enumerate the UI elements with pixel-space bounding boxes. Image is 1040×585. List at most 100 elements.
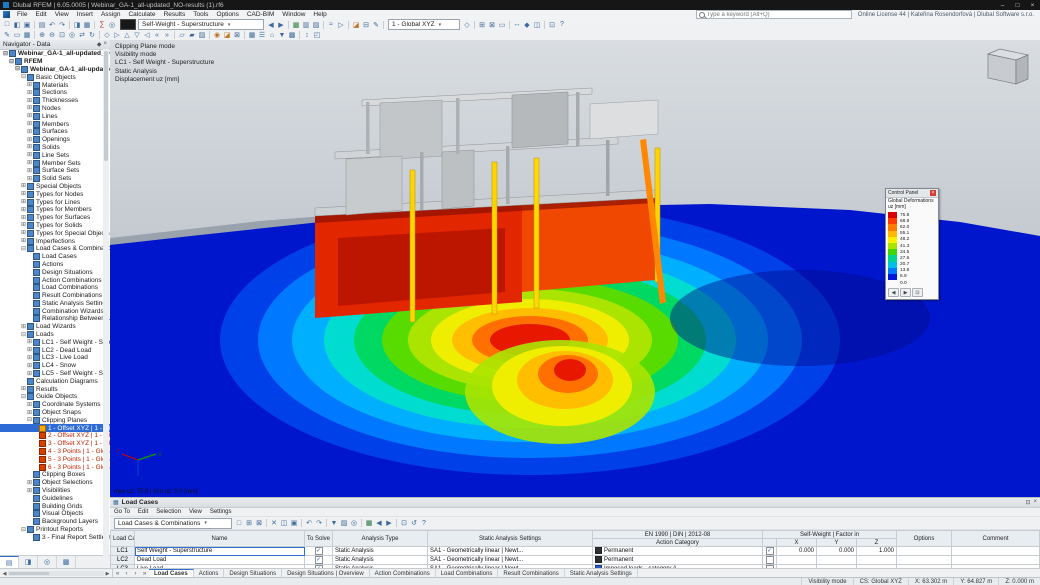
dimensions-icon[interactable]: ↔: [512, 20, 522, 29]
tree-item[interactable]: 5 - 3 Points | 1 - Global XYZ | 0...: [0, 455, 110, 463]
tree-item[interactable]: ⊟Printout Reports: [0, 526, 110, 534]
legend-settings-icon[interactable]: ⊡: [912, 288, 923, 297]
tree-item[interactable]: ⊞Object Snaps: [0, 409, 110, 417]
tree-item[interactable]: Visual Objects: [0, 510, 110, 518]
clipping-planes-icon[interactable]: ◪: [222, 31, 232, 40]
tree-item[interactable]: ⊟RFEM: [0, 58, 110, 66]
numbering-icon[interactable]: ☰: [257, 31, 267, 40]
calculate-all-icon[interactable]: ∑: [97, 20, 107, 29]
collapse-icon[interactable]: ⊟: [20, 394, 27, 400]
notes-icon[interactable]: ✎: [371, 20, 381, 29]
calculation-settings-icon[interactable]: ◎: [107, 20, 117, 29]
cell-name[interactable]: Self Weight - Superstructure: [135, 547, 305, 556]
deformed-shape-icon[interactable]: ≈: [326, 20, 336, 29]
panel-toggle-icon[interactable]: ⊡: [547, 20, 557, 29]
view-opposite-icon[interactable]: ◁: [142, 31, 152, 40]
supports-display-icon[interactable]: ⌂: [267, 31, 277, 40]
collapse-icon[interactable]: ⊟: [26, 417, 33, 423]
tree-item[interactable]: ⊟Loads: [0, 331, 110, 339]
cell-options[interactable]: [897, 556, 952, 565]
tree-item[interactable]: ⊞Surface Sets: [0, 167, 110, 175]
next-load-case-icon[interactable]: ▶: [276, 20, 286, 29]
row-header[interactable]: LC1: [111, 547, 135, 556]
view-in-y-icon[interactable]: △: [122, 31, 132, 40]
expand-icon[interactable]: ⊞: [26, 347, 33, 353]
solid-display-icon[interactable]: ▰: [187, 31, 197, 40]
tree-item[interactable]: ⊞Line Sets: [0, 151, 110, 159]
table-menu-selection[interactable]: Selection: [152, 509, 185, 515]
cell-analysis-type[interactable]: Static Analysis: [333, 547, 428, 556]
expand-icon[interactable]: ⊞: [20, 230, 27, 236]
cell-options[interactable]: [897, 547, 952, 556]
table-menu-view[interactable]: View: [185, 509, 206, 515]
tree-item[interactable]: ⊞Lines: [0, 112, 110, 120]
tree-item[interactable]: ⊞Imperfections: [0, 237, 110, 245]
tree-item[interactable]: ⊞Types for Lines: [0, 198, 110, 206]
tree-item[interactable]: ⊟Webinar_GA-1_all-updated_NO-results (1.…: [0, 66, 110, 74]
expand-icon[interactable]: ⊞: [26, 168, 33, 174]
tree-item[interactable]: ⊞Types for Special Objects: [0, 229, 110, 237]
expand-icon[interactable]: ⊞: [26, 176, 33, 182]
navigator-scrollbar[interactable]: [103, 49, 109, 556]
collapse-icon[interactable]: ⊟: [8, 59, 15, 65]
table-settings-icon[interactable]: ⊡: [399, 519, 409, 528]
tree-item[interactable]: ⊞LC2 - Dead Load: [0, 346, 110, 354]
previous-load-case-icon[interactable]: ◀: [266, 20, 276, 29]
load-case-selector[interactable]: Self-Weight - Superstructure ▾: [138, 19, 264, 30]
cell-factor-z[interactable]: 1.000: [857, 547, 897, 556]
tree-item[interactable]: 1 - Offset XYZ | 1 - Global XYZ | 0.0...: [0, 424, 110, 432]
tree-item[interactable]: Calculation Diagrams: [0, 377, 110, 385]
clipping-box-icon[interactable]: ⊠: [232, 31, 242, 40]
expand-icon[interactable]: ⊞: [20, 324, 27, 330]
tree-item[interactable]: ⊞LC4 - Snow: [0, 362, 110, 370]
checkbox-icon[interactable]: ✓: [766, 547, 774, 555]
cell-action-category[interactable]: Permanent: [593, 556, 763, 565]
expand-icon[interactable]: ⊞: [26, 355, 33, 361]
next-view-icon[interactable]: »: [162, 31, 172, 40]
menu-view[interactable]: View: [51, 11, 73, 18]
tree-item[interactable]: ⊞Results: [0, 385, 110, 393]
menu-cad-bim[interactable]: CAD-BIM: [243, 11, 278, 18]
menu-options[interactable]: Options: [212, 11, 242, 18]
menu-insert[interactable]: Insert: [73, 11, 97, 18]
tree-item[interactable]: ⊞Types for Nodes: [0, 190, 110, 198]
cell-analysis-type[interactable]: Static Analysis: [333, 556, 428, 565]
cell-comment[interactable]: [952, 556, 1040, 565]
table-redo-icon[interactable]: ↷: [314, 519, 324, 528]
tree-item[interactable]: ⊟Clipping Planes: [0, 416, 110, 424]
cell-name[interactable]: Dead Load: [135, 556, 305, 565]
menu-edit[interactable]: Edit: [31, 11, 50, 18]
expand-icon[interactable]: ⊞: [26, 90, 33, 96]
tree-item[interactable]: ⊞Nodes: [0, 105, 110, 113]
measure-icon[interactable]: ↕: [302, 31, 312, 40]
tree-item[interactable]: Background Layers: [0, 518, 110, 526]
panel-close-icon[interactable]: ×: [1033, 499, 1037, 506]
select-special-icon[interactable]: ▦: [22, 31, 32, 40]
expand-icon[interactable]: ⊞: [20, 207, 27, 213]
tree-item[interactable]: Action Combinations: [0, 276, 110, 284]
table-find-icon[interactable]: ◎: [349, 519, 359, 528]
print-icon[interactable]: ▤: [37, 20, 47, 29]
cell-factor-y[interactable]: [817, 556, 857, 565]
tree-item[interactable]: ⊞Materials: [0, 81, 110, 89]
collapse-icon[interactable]: ⊟: [20, 332, 27, 338]
navigator-close-icon[interactable]: ×: [103, 41, 107, 48]
table-insert-row-icon[interactable]: ⊞: [244, 519, 254, 528]
coordinate-system-selector[interactable]: 1 - Global XYZ ▾: [388, 19, 460, 30]
menu-tools[interactable]: Tools: [189, 11, 212, 18]
expand-icon[interactable]: ⊞: [26, 363, 33, 369]
tree-item[interactable]: Guidelines: [0, 494, 110, 502]
expand-icon[interactable]: ⊞: [20, 215, 27, 221]
expand-icon[interactable]: ⊞: [26, 98, 33, 104]
view-in-z-icon[interactable]: ▽: [132, 31, 142, 40]
expand-icon[interactable]: ⊞: [26, 371, 33, 377]
expand-icon[interactable]: ⊞: [26, 137, 33, 143]
cell-factor-z[interactable]: [857, 556, 897, 565]
table-export-excel-icon[interactable]: ▦: [364, 519, 374, 528]
table-menu-edit[interactable]: Edit: [134, 509, 152, 515]
navigator-tab-results[interactable]: ▩: [57, 556, 76, 568]
collapse-icon[interactable]: ⊟: [20, 246, 27, 252]
checkbox-icon[interactable]: [766, 556, 774, 564]
minimize-button[interactable]: –: [995, 0, 1010, 10]
cs-settings-icon[interactable]: ◇: [462, 20, 472, 29]
